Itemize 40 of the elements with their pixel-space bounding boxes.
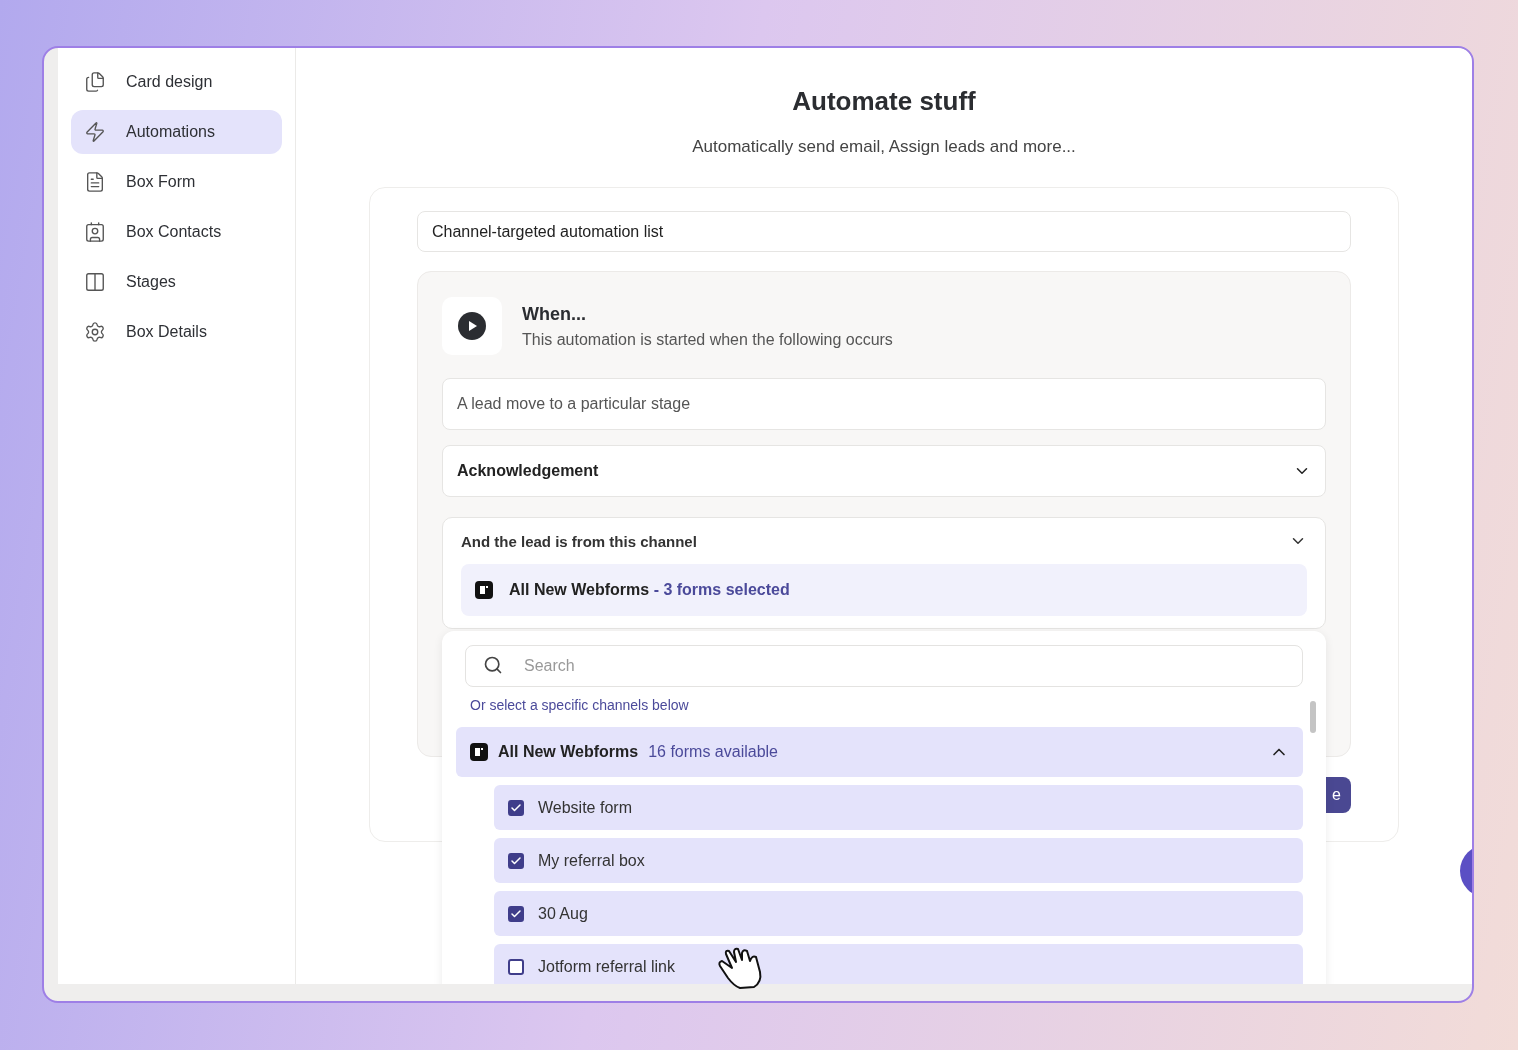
columns-icon [84, 271, 106, 293]
cards-icon [84, 71, 106, 93]
sidebar-item[interactable]: Box Contacts [71, 210, 282, 254]
webforms-group-header[interactable]: All New Webforms 16 forms available [456, 727, 1303, 777]
stage-select[interactable]: Acknowledgement [442, 445, 1326, 497]
sidebar-item[interactable]: Automations [71, 110, 282, 154]
checkbox[interactable] [508, 852, 524, 869]
check-icon [510, 801, 522, 814]
trigger-description: This automation is started when the following occurs [522, 330, 893, 349]
form-logo-icon [470, 743, 488, 761]
sidebar-item[interactable]: Box Details [71, 310, 282, 354]
form-icon [84, 171, 106, 193]
scrollbar[interactable] [1310, 701, 1316, 733]
settings-icon [84, 321, 106, 343]
form-option[interactable]: Jotform referral link [494, 944, 1303, 984]
page-subtitle: Automatically send email, Assign leads and more... [692, 137, 1076, 157]
play-icon [458, 312, 486, 340]
sidebar-item[interactable]: Box Form [71, 160, 282, 204]
automation-name-field[interactable]: Channel-targeted automation list [417, 211, 1351, 252]
check-icon [510, 907, 522, 920]
form-option[interactable]: Website form [494, 785, 1303, 830]
search-icon [483, 655, 503, 675]
form-option[interactable]: 30 Aug [494, 891, 1303, 936]
event-select[interactable]: A lead move to a particular stage [442, 378, 1326, 430]
sidebar-item[interactable]: Stages [71, 260, 282, 304]
contact-icon [84, 221, 106, 243]
hint-text: Or select a specific channels below [470, 697, 690, 713]
page-title: Automate stuff [792, 86, 976, 117]
trigger-title: When... [522, 303, 587, 325]
checkbox[interactable] [508, 958, 524, 975]
checkbox[interactable] [508, 799, 524, 816]
check-icon [510, 854, 522, 867]
lightning-icon [84, 121, 106, 143]
channel-label: And the lead is from this channel [461, 532, 697, 550]
selected-channel-chip[interactable]: All New Webforms - 3 forms selected [461, 564, 1307, 616]
form-logo-icon [475, 581, 493, 599]
form-option[interactable]: My referral box [494, 838, 1303, 883]
search-field[interactable]: Search [465, 645, 1303, 687]
checkbox[interactable] [508, 905, 524, 922]
sidebar-item[interactable]: Card design [71, 60, 282, 104]
